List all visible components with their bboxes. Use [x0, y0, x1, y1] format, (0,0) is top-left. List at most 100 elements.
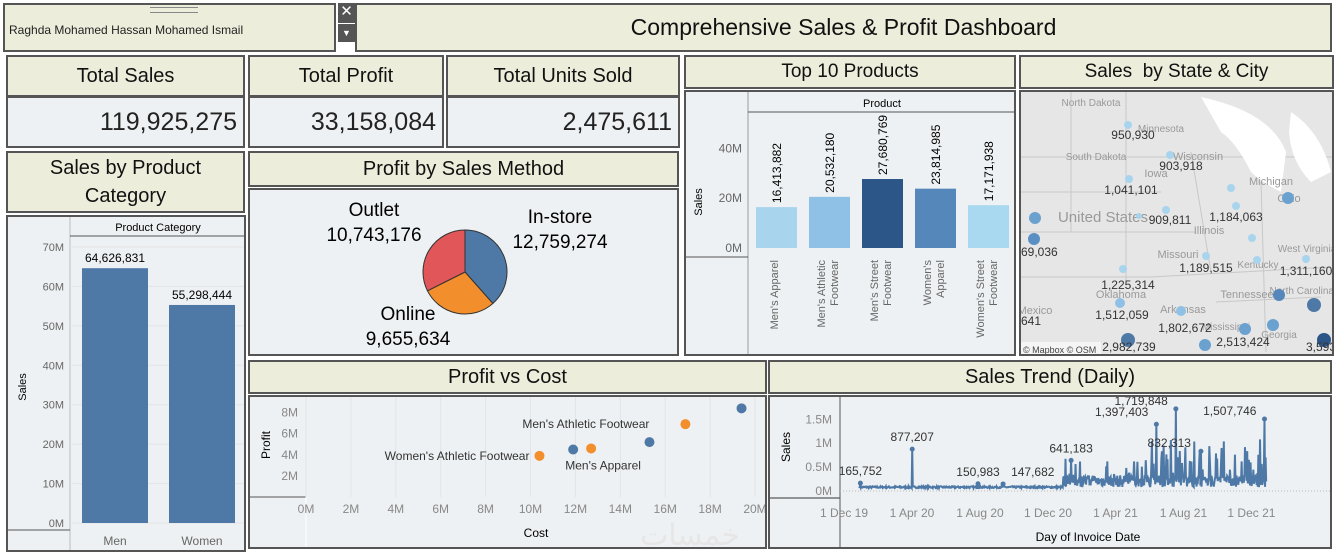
x-tick-label: 14M [609, 502, 632, 516]
data-label: 147,682 [1011, 465, 1055, 479]
y-tick-label: 30M [43, 400, 64, 412]
peak-marker [857, 480, 863, 486]
place-label: Tennessee [1220, 289, 1273, 301]
x-axis-label: Day of Invoice Date [1036, 530, 1141, 544]
data-label: 641,183 [1049, 441, 1093, 455]
bar [756, 207, 797, 248]
value-label: 3,593,1 [1306, 340, 1334, 354]
scatter-point [644, 437, 655, 448]
city-marker [1267, 319, 1279, 331]
x-tick-label: Men's AthleticFootwear [816, 260, 841, 328]
x-tick-label: 1 Dec 20 [1024, 506, 1072, 520]
slice-value: 12,759,274 [512, 232, 608, 253]
y-tick-label: 0M [815, 484, 832, 498]
x-tick-label: 6M [432, 502, 449, 516]
sales-map[interactable]: North Dakota Minnesota South Dakota Wiscons… [1019, 90, 1334, 356]
map-attribution: © Mapbox © OSM [1023, 345, 1096, 355]
point-label: Women's Athletic Footwear [385, 449, 530, 463]
data-label: 1,719,848 [1114, 397, 1168, 408]
bar [915, 188, 956, 248]
data-label: 150,983 [956, 465, 1000, 479]
scatter-point [568, 444, 579, 455]
drag-handle[interactable] [150, 7, 198, 13]
salesperson-filter[interactable]: Raghda Mohamed Hassan Mohamed Ismail [3, 3, 336, 52]
category-chart: Product Category 0M 10M 20M 30M 40M 50M 60M 70M S… [6, 215, 246, 552]
city-marker [1199, 339, 1211, 351]
panel-header: Product Category [115, 222, 201, 234]
top10-chart: Product 0M 20M 40M Sales 16,413,882 Men's Appa… [684, 90, 1016, 356]
x-tick-label: Men's Apparel [769, 260, 781, 329]
value-label: 69,036 [1021, 245, 1058, 259]
trend-title: Sales Trend (Daily) [768, 360, 1332, 394]
city-marker [1282, 192, 1294, 204]
place-label: South Dakota [1066, 152, 1127, 163]
city-marker [1115, 298, 1125, 308]
city-marker [1253, 256, 1261, 264]
city-marker [1248, 234, 1256, 242]
city-marker [1029, 212, 1041, 224]
place-label: Missouri [1158, 249, 1199, 261]
method-title: Profit by Sales Method [248, 151, 679, 187]
value-label: 1,225,314 [1101, 278, 1155, 292]
scatter-point [736, 403, 747, 414]
city-marker [1119, 265, 1127, 273]
value-label: 1,189,515 [1179, 261, 1233, 275]
city-marker [1028, 233, 1040, 245]
x-tick-label: 4M [387, 502, 404, 516]
scatter-chart: 0M 2M 4M 6M 8M 10M 12M 14M 16M 18M 20M 2M 4M 6M 8M Cost… [248, 395, 767, 552]
x-tick-label: 12M [564, 502, 587, 516]
scatter-point [534, 450, 545, 461]
x-axis-label: Cost [524, 526, 549, 540]
data-label: 832,313 [1148, 436, 1192, 450]
city-marker [1176, 306, 1186, 316]
panel-header: Product [863, 98, 901, 110]
trend-chart: 0M 0.5M 1M 1.5M 1 Dec 19 1 Apr 20 1 Aug 20 1 De… [768, 394, 1332, 549]
data-label: 20,532,180 [823, 132, 837, 192]
place-label: West Virginia [1278, 244, 1334, 255]
data-label: 1,507,746 [1203, 404, 1257, 418]
value-label: 909,811 [1149, 213, 1192, 227]
place-label: United States [1058, 209, 1148, 226]
y-tick-label: 0.5M [805, 460, 832, 474]
city-marker [1136, 213, 1142, 219]
data-label: 17,171,938 [982, 141, 996, 201]
kpi-total-sales-label: Total Sales [6, 55, 245, 97]
bar [809, 196, 850, 248]
x-tick-label: Men's StreetFootwear [869, 260, 894, 322]
x-tick-label: 8M [477, 502, 494, 516]
map-title: Sales by State & City [1019, 55, 1334, 89]
x-tick-label: 1 Aug 21 [1160, 506, 1208, 520]
x-tick-label: Women's StreetFootwear [975, 260, 1000, 338]
chevron-down-icon[interactable]: ▼ [338, 24, 355, 42]
city-marker [1302, 255, 1310, 263]
y-tick-label: 40M [43, 360, 64, 372]
city-marker [1232, 202, 1240, 210]
data-label: 877,207 [891, 430, 935, 444]
x-tick-label: 1 Dec 21 [1227, 506, 1275, 520]
scatter-point [586, 443, 597, 454]
kpi-total-sales-value: 119,925,275 [6, 96, 245, 148]
peak-marker [1068, 457, 1074, 463]
scatter-title: Profit vs Cost [248, 360, 767, 394]
data-label: 165,752 [839, 464, 883, 478]
y-tick-label: 0M [49, 518, 64, 530]
y-tick-label: 1M [815, 436, 832, 450]
value-label: 2,513,424 [1216, 335, 1270, 349]
peak-marker [1198, 448, 1204, 454]
peak-marker [909, 446, 915, 452]
place-label: Michigan [1249, 176, 1293, 188]
value-label: 1,512,059 [1095, 308, 1149, 322]
data-label: 16,413,882 [770, 143, 784, 203]
bar [862, 179, 903, 248]
value-label: 1,802,672 [1158, 321, 1212, 335]
x-tick-label: 20M [743, 502, 765, 516]
scatter-point [680, 419, 691, 430]
point-label: Men's Apparel [565, 458, 641, 472]
y-tick-label: 60M [43, 281, 64, 293]
city-marker [1227, 184, 1235, 192]
x-tick-label: 1 Aug 20 [956, 506, 1004, 520]
y-tick-label: 40M [719, 141, 742, 155]
close-icon[interactable]: ✕ [338, 3, 355, 23]
peak-marker [1173, 406, 1179, 412]
city-marker [1166, 151, 1174, 159]
